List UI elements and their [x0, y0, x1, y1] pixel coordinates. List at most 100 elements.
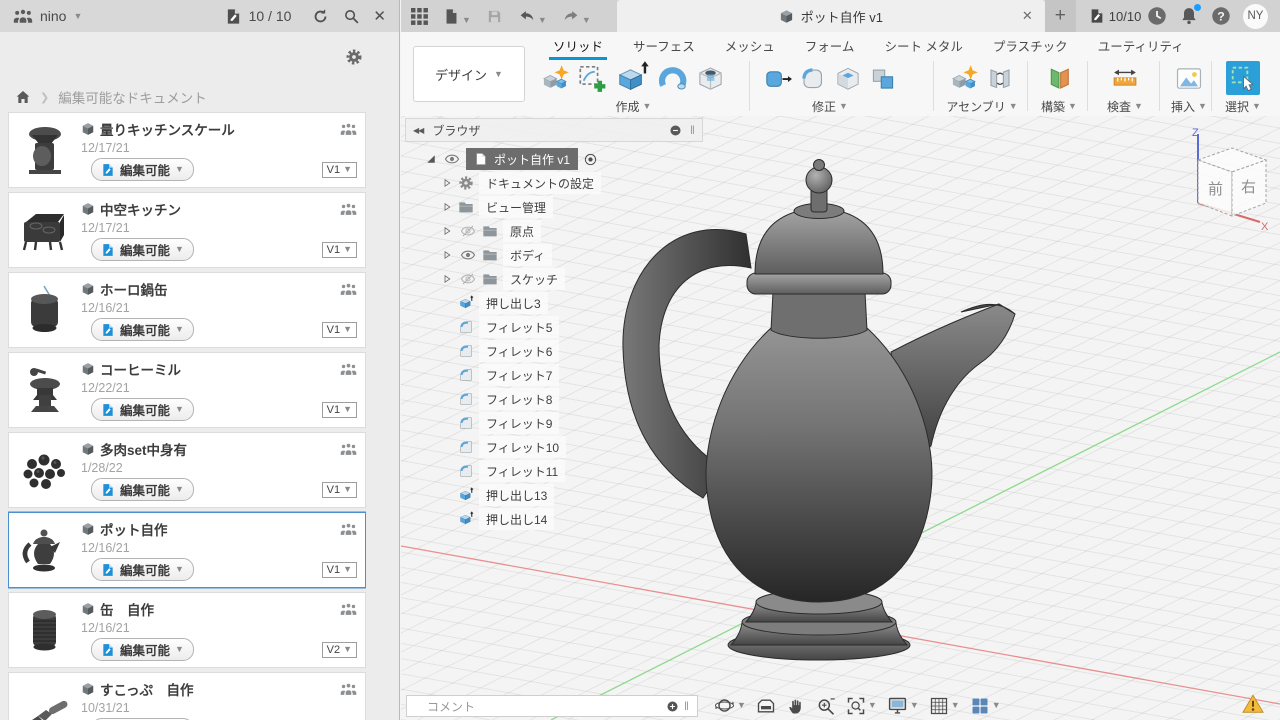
- version-selector[interactable]: V1▼: [322, 242, 357, 258]
- viewports-button[interactable]: ▼: [970, 696, 1001, 716]
- recent-activity-clock-icon[interactable]: [1146, 5, 1168, 27]
- grid-settings-button[interactable]: ▼: [929, 696, 960, 716]
- job-status-indicator[interactable]: 10/10: [1089, 8, 1142, 24]
- edit-status-button[interactable]: 編集可能 ▼: [91, 238, 194, 261]
- feature-row-fillet[interactable]: フィレット11: [405, 459, 703, 483]
- feature-label[interactable]: フィレット8: [479, 388, 559, 410]
- feature-label[interactable]: フィレット10: [479, 436, 566, 458]
- group-dropdown-select[interactable]: 選択▼: [1225, 98, 1261, 115]
- tree-node-label[interactable]: ビュー管理: [479, 196, 553, 218]
- edit-status-button[interactable]: 編集可能 ▼: [91, 638, 194, 661]
- tree-node-label[interactable]: ドキュメントの設定: [479, 172, 601, 194]
- fillet-tool-icon[interactable]: [799, 65, 827, 92]
- version-selector[interactable]: V1▼: [322, 402, 357, 418]
- help-icon[interactable]: [1210, 5, 1232, 27]
- construction-plane-icon[interactable]: [1045, 64, 1074, 92]
- hole-icon[interactable]: [695, 63, 726, 93]
- fit-button[interactable]: ▼: [846, 696, 877, 716]
- warning-indicator[interactable]: [1242, 693, 1264, 715]
- ribbon-tab-sheetmetal[interactable]: シート メタル: [884, 36, 962, 55]
- group-dropdown-modify[interactable]: 修正▼: [812, 98, 848, 115]
- document-card[interactable]: 中空キッチン 12/17/21 編集可能 ▼ V1▼: [8, 192, 366, 268]
- edit-status-button[interactable]: 編集可能 ▼: [91, 318, 194, 341]
- expander-icon[interactable]: [441, 177, 453, 189]
- group-dropdown-create[interactable]: 作成▼: [616, 98, 652, 115]
- new-tab-button[interactable]: +: [1045, 0, 1076, 32]
- tree-node-label[interactable]: ボディ: [503, 244, 552, 266]
- panel-resize-handle[interactable]: ‖: [684, 699, 689, 713]
- version-selector[interactable]: V1▼: [322, 482, 357, 498]
- search-icon[interactable]: [343, 8, 360, 25]
- revolve-icon[interactable]: [657, 63, 688, 93]
- feature-label[interactable]: 押し出し3: [479, 292, 548, 314]
- team-name-label[interactable]: nino: [40, 8, 66, 24]
- expander-icon[interactable]: [441, 273, 453, 285]
- close-tab-icon[interactable]: ✕: [1022, 8, 1033, 24]
- document-card[interactable]: 量りキッチンスケール 12/17/21 編集可能 ▼ V1▼: [8, 112, 366, 188]
- document-tab[interactable]: ポット自作 v1 ✕: [617, 0, 1045, 32]
- document-card[interactable]: コーヒーミル 12/22/21 編集可能 ▼ V1▼: [8, 352, 366, 428]
- group-dropdown-inspect[interactable]: 検査▼: [1107, 98, 1143, 115]
- feature-label[interactable]: フィレット11: [479, 460, 565, 482]
- browser-header[interactable]: ◀◀ ブラウザ ‖: [405, 118, 703, 142]
- feature-row-extrude[interactable]: 押し出し3: [405, 291, 703, 315]
- feature-label[interactable]: 押し出し13: [479, 484, 554, 506]
- feature-row-fillet[interactable]: フィレット7: [405, 363, 703, 387]
- document-card[interactable]: ホーロ鍋缶 12/16/21 編集可能 ▼ V1▼: [8, 272, 366, 348]
- version-selector[interactable]: V2▼: [322, 642, 357, 658]
- create-sketch-icon[interactable]: [577, 64, 607, 93]
- feature-label[interactable]: 押し出し14: [479, 508, 554, 530]
- user-avatar[interactable]: NY: [1243, 4, 1268, 29]
- edit-status-button[interactable]: 編集可能 ▼: [91, 478, 194, 501]
- group-dropdown-insert[interactable]: 挿入▼: [1171, 98, 1207, 115]
- look-at-button[interactable]: [756, 696, 776, 716]
- feature-row-fillet[interactable]: フィレット9: [405, 411, 703, 435]
- expander-icon[interactable]: [441, 249, 453, 261]
- save-icon[interactable]: [486, 8, 503, 25]
- document-card[interactable]: すこっぷ 自作 10/31/21 編集可能 ▼ V1▼: [8, 672, 366, 720]
- add-comment-icon[interactable]: [666, 700, 679, 713]
- ribbon-tab-plastic[interactable]: プラスチック: [993, 36, 1068, 55]
- tree-node-origin[interactable]: 原点: [405, 219, 703, 243]
- expander-icon[interactable]: [441, 225, 453, 237]
- press-pull-icon[interactable]: [764, 65, 792, 92]
- tree-node-view-management[interactable]: ビュー管理: [405, 195, 703, 219]
- group-dropdown-assemble[interactable]: アセンブリ▼: [946, 98, 1017, 115]
- select-tool-button[interactable]: [1226, 61, 1260, 95]
- feature-label[interactable]: フィレット9: [479, 412, 559, 434]
- panel-resize-handle[interactable]: ‖: [690, 123, 695, 137]
- measure-icon[interactable]: [1110, 64, 1140, 93]
- joint-icon[interactable]: [986, 65, 1014, 92]
- redo-button[interactable]: ▼: [562, 7, 591, 25]
- breadcrumb-label[interactable]: 編集可能なドキュメント: [58, 87, 207, 107]
- feature-row-fillet[interactable]: フィレット6: [405, 339, 703, 363]
- ribbon-tab-surface[interactable]: サーフェス: [633, 36, 695, 55]
- tree-root-row[interactable]: ポット自作 v1: [405, 147, 703, 171]
- feature-label[interactable]: フィレット6: [479, 340, 559, 362]
- ribbon-tab-form[interactable]: フォーム: [805, 36, 855, 55]
- panel-settings-button[interactable]: [345, 48, 363, 66]
- expander-open-icon[interactable]: [425, 153, 437, 165]
- new-component-icon[interactable]: [541, 64, 570, 92]
- activate-component-radio-icon[interactable]: [583, 152, 598, 167]
- edit-status-button[interactable]: 編集可能 ▼: [91, 158, 194, 181]
- pan-button[interactable]: [786, 696, 806, 716]
- undo-button[interactable]: ▼: [518, 7, 547, 25]
- tree-node-label[interactable]: 原点: [503, 220, 541, 242]
- tree-node-label[interactable]: スケッチ: [503, 268, 565, 290]
- edit-status-button[interactable]: 編集可能 ▼: [91, 398, 194, 421]
- job-status-icon[interactable]: [225, 8, 242, 25]
- display-settings-button[interactable]: ▼: [887, 695, 919, 716]
- minimize-panel-icon[interactable]: [669, 124, 682, 137]
- tree-node-sketches[interactable]: スケッチ: [405, 267, 703, 291]
- combine-icon[interactable]: [869, 65, 897, 92]
- version-selector[interactable]: V1▼: [322, 322, 357, 338]
- visibility-eye-off-icon[interactable]: [460, 271, 476, 287]
- visibility-eye-icon[interactable]: [444, 151, 460, 167]
- feature-row-fillet[interactable]: フィレット10: [405, 435, 703, 459]
- version-selector[interactable]: V1▼: [322, 162, 357, 178]
- file-menu-button[interactable]: ▼: [443, 8, 471, 25]
- tree-node-bodies[interactable]: ボディ: [405, 243, 703, 267]
- ribbon-tab-mesh[interactable]: メッシュ: [725, 36, 775, 55]
- visibility-eye-off-icon[interactable]: [460, 223, 476, 239]
